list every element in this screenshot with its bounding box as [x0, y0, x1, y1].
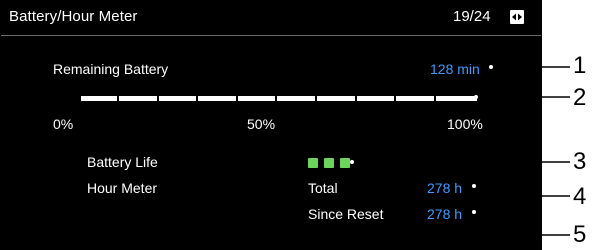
callout-dot-5	[472, 210, 476, 214]
callout-number-2: 2	[573, 84, 587, 111]
callout-dot-2	[474, 95, 478, 99]
callout-lines	[350, 65, 570, 236]
callout-dot-4	[472, 184, 476, 188]
callout-number-4: 4	[573, 183, 587, 210]
callout-line-5	[474, 211, 570, 236]
callout-number-5: 5	[573, 221, 587, 248]
callout-dot-1	[489, 65, 493, 69]
callout-number-1: 1	[573, 52, 587, 79]
callout-line-4	[474, 185, 570, 197]
callout-number-3: 3	[573, 148, 587, 175]
callout-dot-3	[350, 160, 354, 164]
